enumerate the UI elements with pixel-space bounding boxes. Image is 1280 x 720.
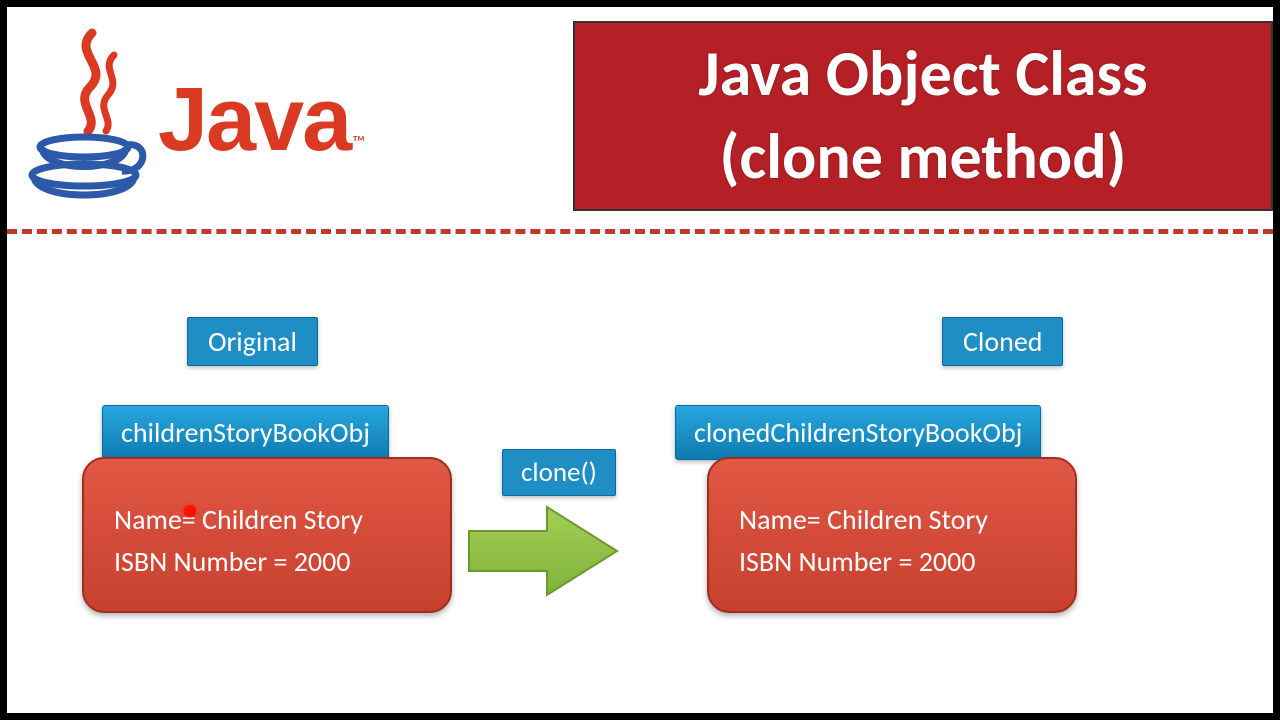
java-cup-icon (22, 25, 152, 215)
original-varname: childrenStoryBookObj (102, 405, 389, 460)
original-object-box: Name= Children Story ISBN Number = 2000 (82, 457, 452, 613)
title-line-2: (clone method) (720, 116, 1127, 199)
original-badge: Original (187, 317, 318, 366)
cloned-field-name: Name= Children Story (739, 499, 1045, 541)
cloned-field-isbn: ISBN Number = 2000 (739, 541, 1045, 583)
java-wordmark: Java (158, 69, 350, 172)
original-field-isbn: ISBN Number = 2000 (114, 541, 420, 583)
arrow-right-icon (457, 497, 627, 607)
java-logo: Java ™ (22, 25, 363, 215)
clone-diagram: Original childrenStoryBookObj Name= Chil… (7, 297, 1273, 717)
marker-dot-icon (184, 505, 196, 517)
trademark-symbol: ™ (352, 131, 365, 153)
cloned-badge: Cloned (942, 317, 1063, 366)
cloned-varname: clonedChildrenStoryBookObj (675, 405, 1041, 460)
section-divider (7, 229, 1273, 234)
original-field-name: Name= Children Story (114, 499, 420, 541)
header: Java ™ Java Object Class (clone method) (7, 7, 1273, 227)
cloned-object-box: Name= Children Story ISBN Number = 2000 (707, 457, 1077, 613)
title-line-1: Java Object Class (698, 33, 1147, 116)
title-box: Java Object Class (clone method) (573, 21, 1273, 211)
clone-method-badge: clone() (502, 449, 616, 496)
